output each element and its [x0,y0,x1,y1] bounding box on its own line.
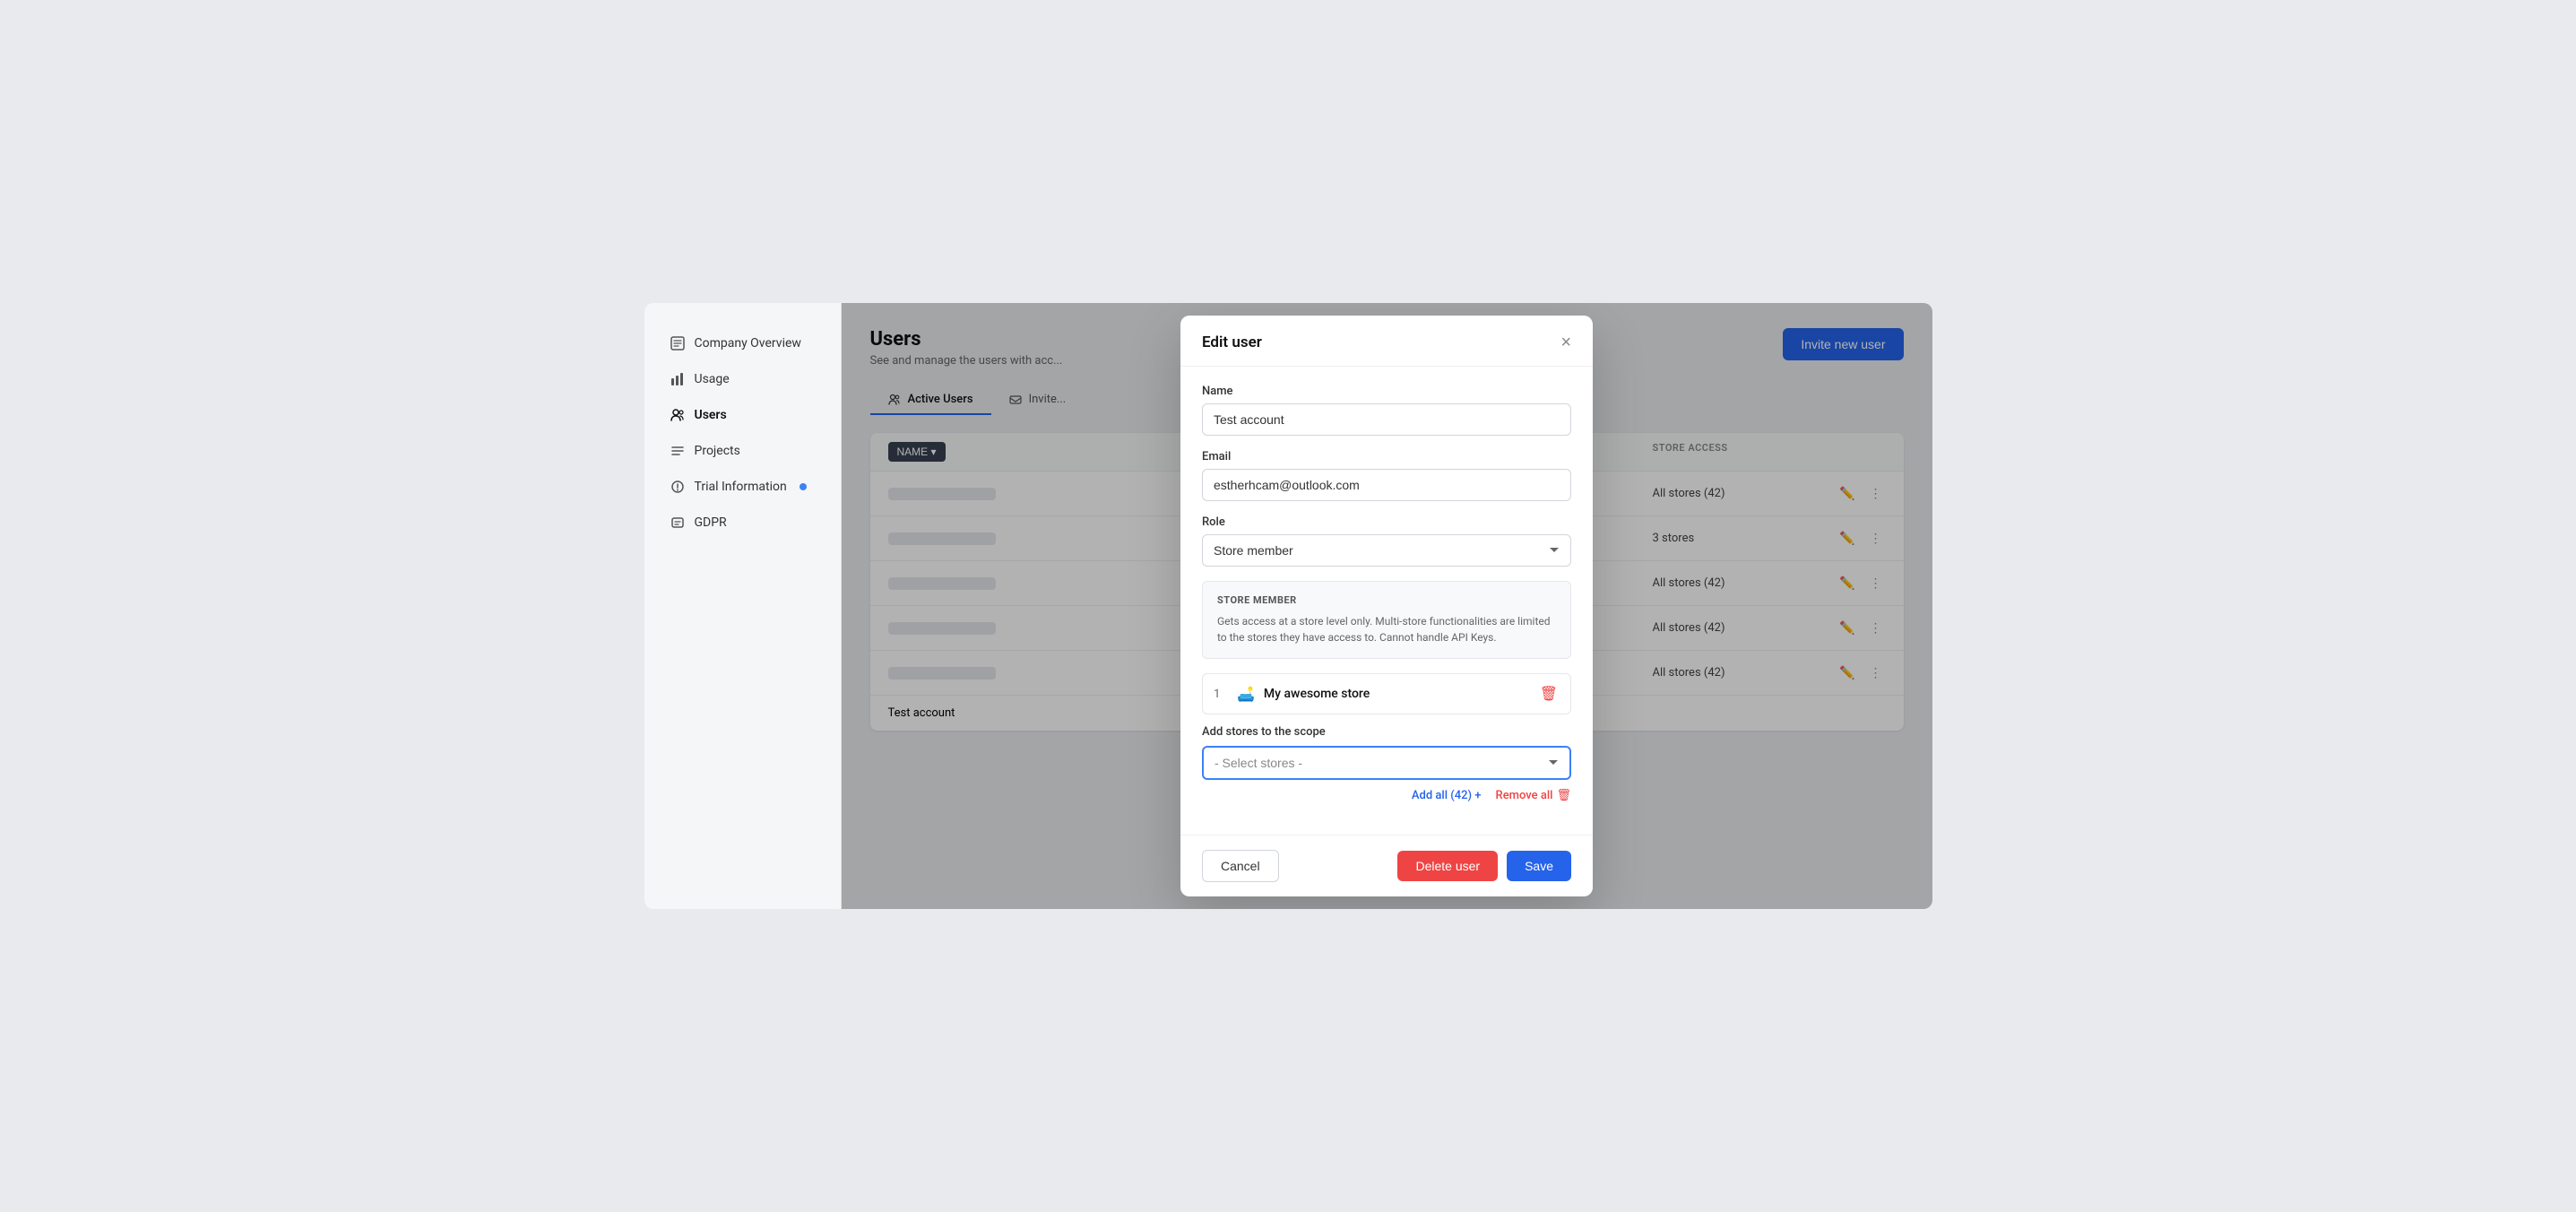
stores-actions: Add all (42) + Remove all 🗑 [1202,789,1571,802]
role-info-title: STORE MEMBER [1217,594,1556,606]
cancel-button[interactable]: Cancel [1202,850,1279,882]
sidebar-item-gdpr[interactable]: GDPR [652,506,834,540]
name-input[interactable] [1202,403,1571,436]
role-select[interactable]: Store member Admin Manager [1202,534,1571,567]
sidebar-item-usage-label: Usage [695,372,730,386]
add-all-link[interactable]: Add all (42) + [1412,789,1482,802]
sidebar-item-trial-information[interactable]: Trial Information [652,470,834,504]
remove-all-icon: 🗑 [1556,789,1571,802]
sidebar: Company Overview Usage Users Projects Tr… [644,303,842,909]
remove-all-link[interactable]: Remove all 🗑 [1496,789,1571,802]
trial-information-icon [670,479,686,495]
store-name-1: My awesome store [1264,687,1529,701]
modal-header: Edit user × [1180,316,1593,367]
gdpr-icon [670,515,686,531]
footer-right: Delete user Save [1397,851,1571,881]
sidebar-item-gdpr-label: GDPR [695,515,727,530]
sidebar-item-trial-information-label: Trial Information [695,480,787,494]
name-form-group: Name [1202,385,1571,436]
name-label: Name [1202,385,1571,398]
sidebar-item-projects[interactable]: Projects [652,434,834,468]
main-content: Invite new user Users See and manage the… [842,303,1932,909]
edit-user-modal: Edit user × Name Email [1180,316,1593,896]
store-item-1: 1 🛋️ My awesome store 🗑 [1202,673,1571,714]
usage-icon [670,371,686,387]
sidebar-item-usage[interactable]: Usage [652,362,834,396]
delete-user-button[interactable]: Delete user [1397,851,1498,881]
role-info-box: STORE MEMBER Gets access at a store leve… [1202,581,1571,659]
role-info-description: Gets access at a store level only. Multi… [1217,613,1556,645]
role-form-group: Role Store member Admin Manager [1202,515,1571,567]
add-stores-label: Add stores to the scope [1202,725,1571,739]
modal-body: Name Email Role Store member Admin [1180,367,1593,835]
store-number-1: 1 [1214,688,1228,701]
trial-info-badge [800,483,807,490]
sidebar-item-users[interactable]: Users [652,398,834,432]
email-input[interactable] [1202,469,1571,501]
save-button[interactable]: Save [1507,851,1571,881]
email-label: Email [1202,450,1571,463]
modal-title: Edit user [1202,333,1262,351]
email-form-group: Email [1202,450,1571,501]
sidebar-item-projects-label: Projects [695,444,740,458]
sidebar-item-company-overview-label: Company Overview [695,336,801,351]
modal-footer: Cancel Delete user Save [1180,835,1593,896]
modal-overlay: Edit user × Name Email [842,303,1932,909]
stores-select-wrapper: - Select stores - [1202,746,1571,780]
role-label: Role [1202,515,1571,529]
modal-close-button[interactable]: × [1560,333,1571,351]
sidebar-item-company-overview[interactable]: Company Overview [652,326,834,360]
stores-select[interactable]: - Select stores - [1202,746,1571,780]
users-icon [670,407,686,423]
projects-icon [670,443,686,459]
company-overview-icon [670,335,686,351]
store-icon-1: 🛋️ [1237,686,1255,703]
app-container: Company Overview Usage Users Projects Tr… [644,303,1932,909]
sidebar-item-users-label: Users [695,408,727,422]
store-delete-button-1[interactable]: 🗑 [1538,683,1560,705]
